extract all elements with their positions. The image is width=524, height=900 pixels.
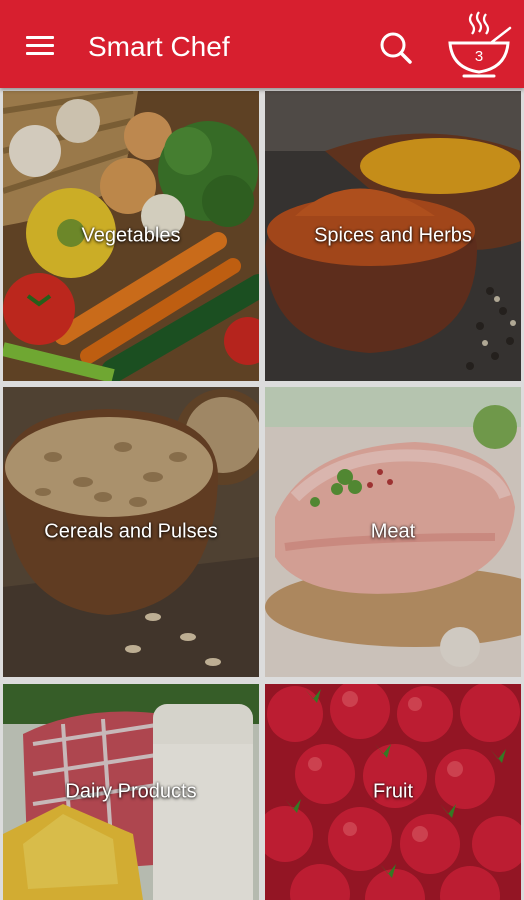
category-label: Fruit: [373, 780, 413, 803]
category-tile-meat[interactable]: Meat: [265, 387, 521, 677]
category-tile-dairy-products[interactable]: Dairy Products: [3, 684, 259, 900]
search-icon[interactable]: [374, 26, 418, 70]
menu-icon-line: [26, 44, 54, 47]
category-tile-spices-and-herbs[interactable]: Spices and Herbs: [265, 91, 521, 381]
app-bar: Smart Chef 3: [0, 0, 524, 88]
category-label: Spices and Herbs: [314, 224, 472, 247]
category-tile-cereals-and-pulses[interactable]: Cereals and Pulses: [3, 387, 259, 677]
category-grid: Vegetables Spices and Herbs Cereals and …: [0, 88, 524, 900]
menu-icon[interactable]: [20, 28, 60, 62]
menu-icon-line: [26, 36, 54, 39]
category-tile-vegetables[interactable]: Vegetables: [3, 91, 259, 381]
app-title: Smart Chef: [88, 31, 230, 62]
steaming-bowl-icon: [448, 11, 512, 78]
category-label: Dairy Products: [65, 780, 197, 803]
menu-icon-line: [26, 52, 54, 55]
cart-button[interactable]: 3: [442, 10, 516, 82]
category-label: Meat: [370, 520, 416, 543]
cart-count-badge: 3: [474, 48, 484, 65]
category-label: Vegetables: [81, 224, 181, 247]
category-label: Cereals and Pulses: [44, 520, 218, 543]
category-tile-fruit[interactable]: Fruit: [265, 684, 521, 900]
